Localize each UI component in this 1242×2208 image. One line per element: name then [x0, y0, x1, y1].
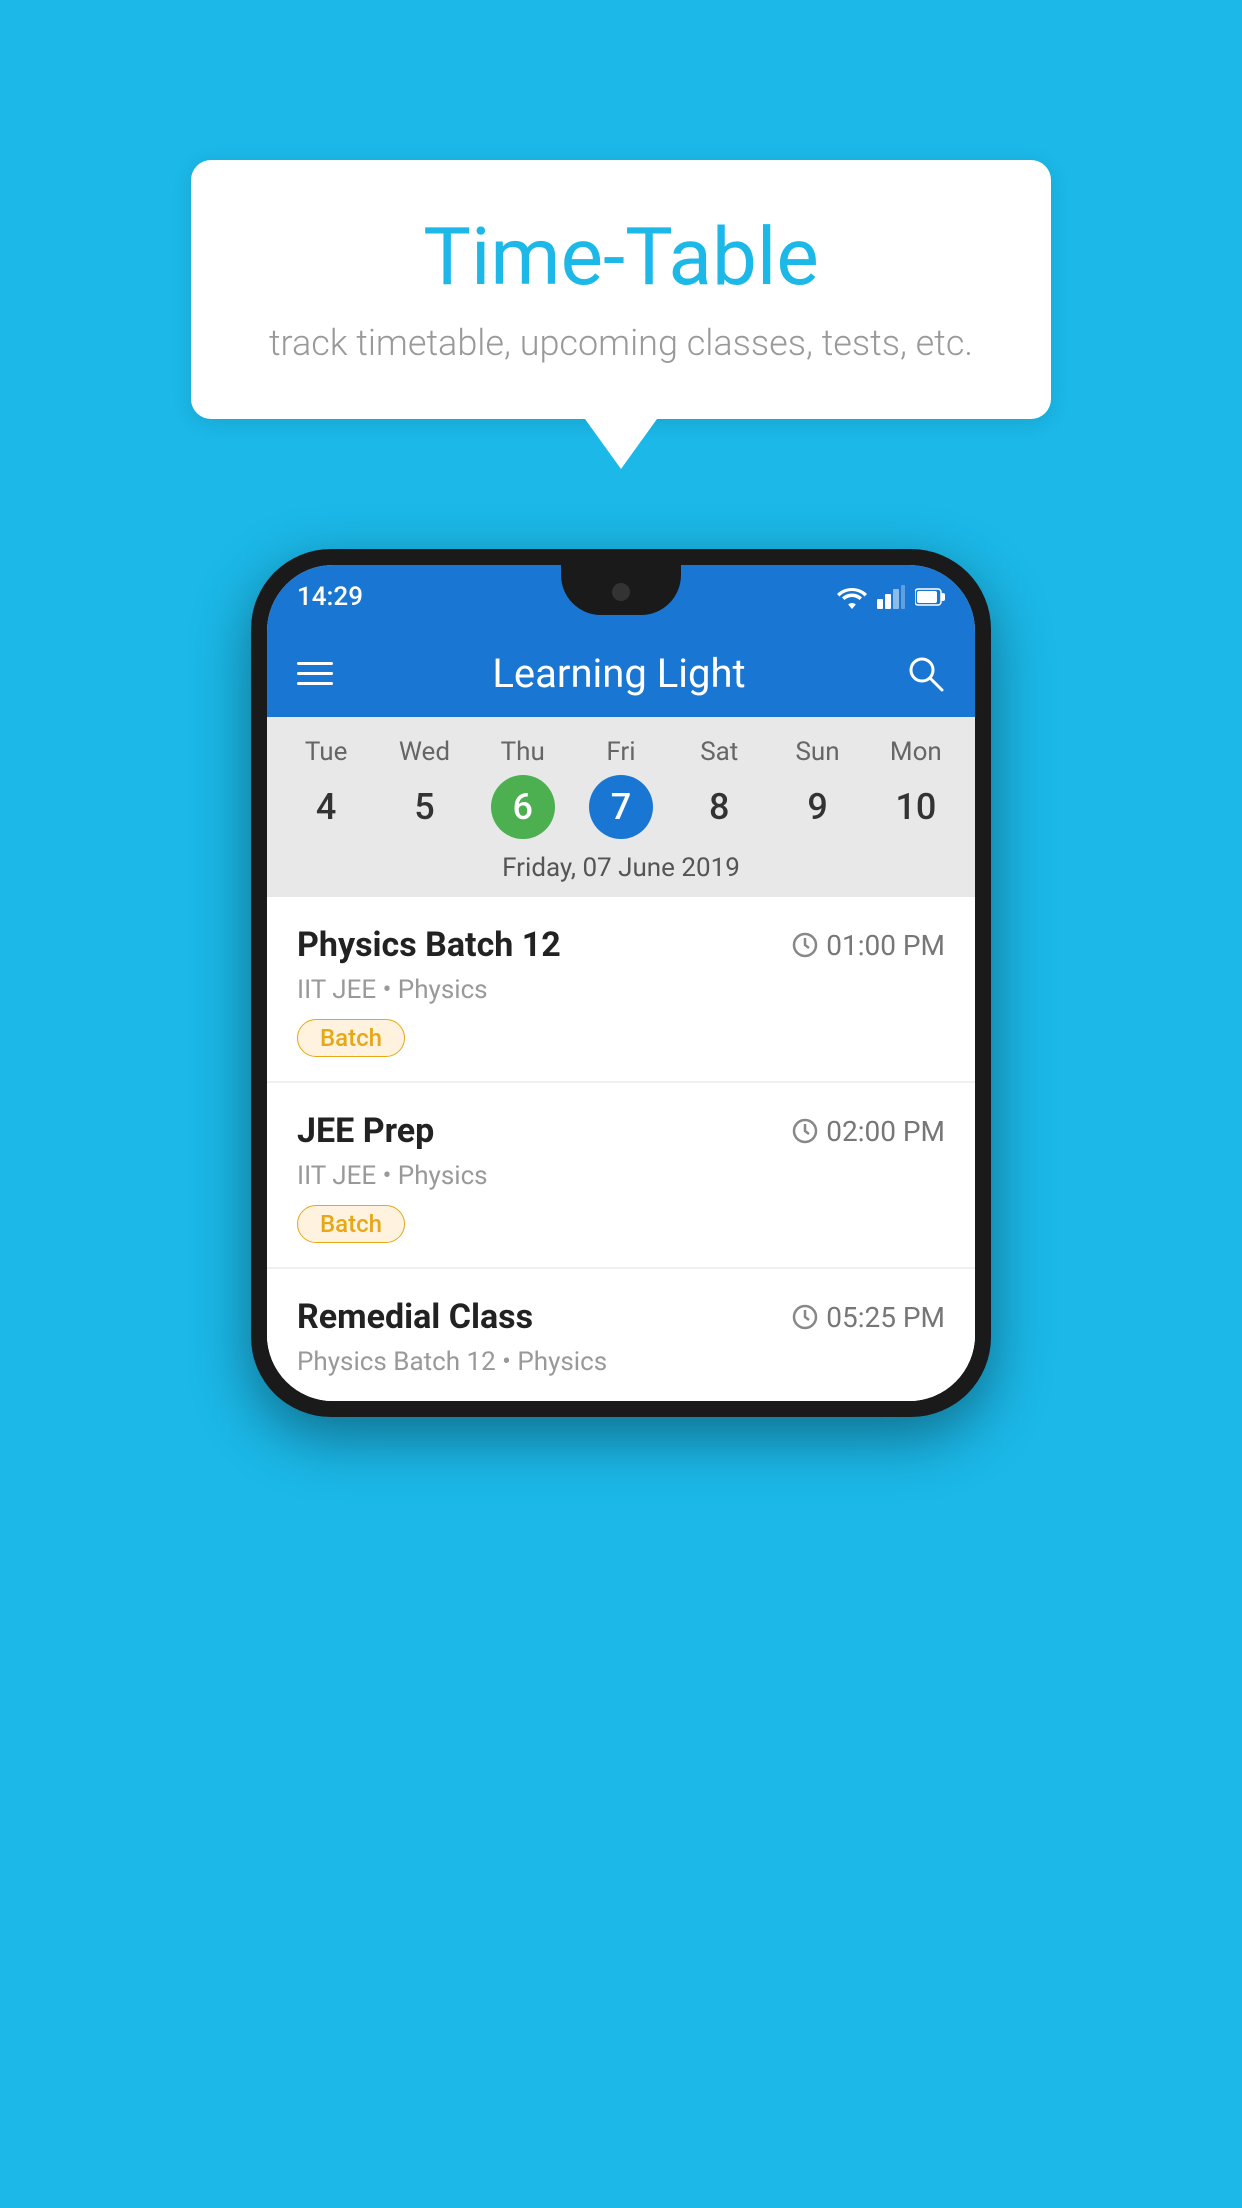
phone-notch — [561, 565, 681, 615]
day-number[interactable]: 5 — [392, 775, 456, 839]
phone-outer: 14:29 — [251, 549, 991, 1417]
event-header: Physics Batch 12 01:00 PM — [297, 925, 945, 965]
event-card[interactable]: Physics Batch 12 01:00 PM IIT JEE • Physi… — [267, 897, 975, 1081]
tooltip-bubble: Time-Table track timetable, upcoming cla… — [191, 160, 1051, 419]
hamburger-menu-icon[interactable] — [297, 662, 333, 685]
event-title: Physics Batch 12 — [297, 925, 561, 965]
tooltip-container: Time-Table track timetable, upcoming cla… — [191, 160, 1051, 469]
batch-badge: Batch — [297, 1019, 405, 1057]
status-icons — [837, 585, 945, 609]
day-number[interactable]: 6 — [491, 775, 555, 839]
event-time: 05:25 PM — [792, 1301, 945, 1334]
day-col-wed[interactable]: Wed 5 — [379, 737, 469, 839]
event-time: 01:00 PM — [792, 929, 945, 962]
event-subtitle: IIT JEE • Physics — [297, 975, 945, 1005]
selected-date-label: Friday, 07 June 2019 — [267, 839, 975, 897]
day-number[interactable]: 10 — [884, 775, 948, 839]
day-name: Mon — [890, 737, 942, 767]
event-subtitle: Physics Batch 12 • Physics — [297, 1347, 945, 1377]
tooltip-arrow — [585, 419, 657, 469]
day-name: Thu — [501, 737, 545, 767]
event-subtitle: IIT JEE • Physics — [297, 1161, 945, 1191]
events-list: Physics Batch 12 01:00 PM IIT JEE • Physi… — [267, 897, 975, 1401]
day-name: Sat — [700, 737, 738, 767]
day-col-sat[interactable]: Sat 8 — [674, 737, 764, 839]
event-title: Remedial Class — [297, 1297, 533, 1337]
event-card[interactable]: JEE Prep 02:00 PM IIT JEE • Physics Batch — [267, 1083, 975, 1267]
clock-icon — [792, 932, 818, 958]
camera-cutout — [612, 583, 630, 601]
batch-badge: Batch — [297, 1205, 405, 1243]
status-time: 14:29 — [297, 582, 363, 612]
tooltip-subtitle: track timetable, upcoming classes, tests… — [251, 322, 991, 364]
event-title: JEE Prep — [297, 1111, 434, 1151]
clock-icon — [792, 1304, 818, 1330]
status-bar: 14:29 — [267, 565, 975, 629]
day-name: Sun — [795, 737, 839, 767]
app-bar: Learning Light — [267, 629, 975, 717]
signal-icon — [877, 585, 905, 609]
days-row: Tue 4 Wed 5 Thu 6 Fri 7 Sat 8 Sun 9 Mon 10 — [267, 727, 975, 839]
event-time: 02:00 PM — [792, 1115, 945, 1148]
clock-icon — [792, 1118, 818, 1144]
event-card[interactable]: Remedial Class 05:25 PM Physics Batch 12 … — [267, 1269, 975, 1401]
day-number[interactable]: 4 — [294, 775, 358, 839]
day-col-fri[interactable]: Fri 7 — [576, 737, 666, 839]
day-name: Fri — [606, 737, 635, 767]
app-title: Learning Light — [492, 650, 745, 697]
day-col-thu[interactable]: Thu 6 — [478, 737, 568, 839]
event-header: JEE Prep 02:00 PM — [297, 1111, 945, 1151]
battery-icon — [915, 588, 945, 606]
search-icon[interactable] — [905, 653, 945, 693]
calendar-strip: Tue 4 Wed 5 Thu 6 Fri 7 Sat 8 Sun 9 Mon 10 Friday, 07… — [267, 717, 975, 897]
phone-screen: 14:29 — [267, 565, 975, 1401]
phone-wrapper: 14:29 — [251, 549, 991, 1417]
day-name: Wed — [399, 737, 450, 767]
day-name: Tue — [305, 737, 347, 767]
wifi-icon — [837, 585, 867, 609]
day-number[interactable]: 8 — [687, 775, 751, 839]
day-col-mon[interactable]: Mon 10 — [871, 737, 961, 839]
day-number[interactable]: 7 — [589, 775, 653, 839]
day-number[interactable]: 9 — [786, 775, 850, 839]
day-col-tue[interactable]: Tue 4 — [281, 737, 371, 839]
tooltip-title: Time-Table — [251, 210, 991, 304]
day-col-sun[interactable]: Sun 9 — [773, 737, 863, 839]
event-header: Remedial Class 05:25 PM — [297, 1297, 945, 1337]
